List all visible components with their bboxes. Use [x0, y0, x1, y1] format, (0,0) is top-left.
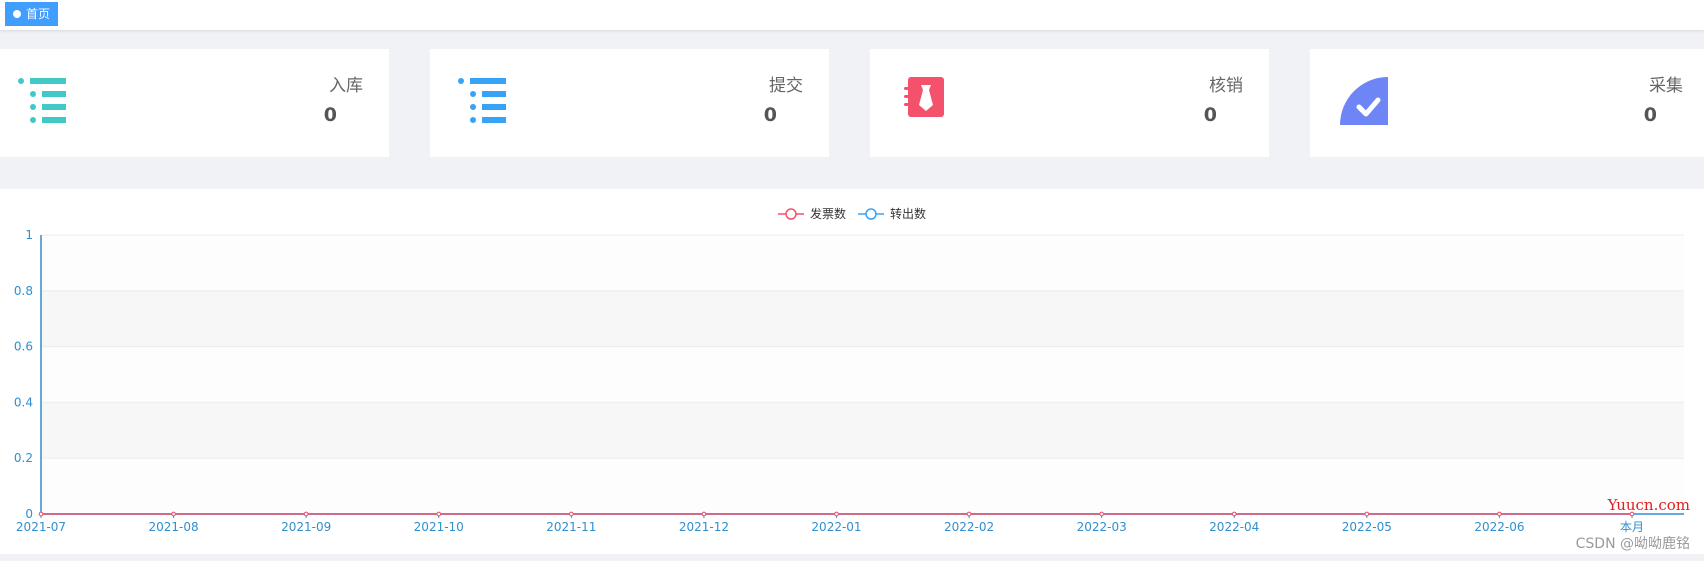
stat-label: 入库 — [329, 76, 363, 96]
x-tick-label: 2022-06 — [1474, 520, 1524, 534]
data-point — [171, 511, 176, 517]
tags-view-bar: 首页 — [0, 0, 1704, 30]
x-tick-label: 2021-09 — [281, 520, 331, 534]
y-tick-label: 0.8 — [14, 284, 33, 298]
x-tick-label: 2022-03 — [1077, 520, 1127, 534]
y-tick-label: 0.6 — [14, 340, 33, 354]
stat-label: 提交 — [769, 76, 803, 96]
grid-band — [41, 346, 1684, 403]
stat-card-row: 入库 0 提交 0 核销 0 采集 0 — [0, 49, 1704, 157]
data-point — [436, 511, 442, 517]
x-tick-label: 2021-08 — [149, 520, 199, 534]
data-point — [701, 511, 707, 517]
grid-band — [41, 402, 1684, 459]
x-tick-label: 2022-04 — [1209, 520, 1259, 534]
data-point — [834, 511, 839, 517]
notebook-icon — [904, 77, 956, 129]
data-point — [1099, 511, 1104, 517]
x-tick-label: 2021-11 — [546, 520, 596, 534]
x-tick-label: 2022-01 — [811, 520, 861, 534]
active-dot-icon — [13, 10, 21, 18]
list-icon — [18, 77, 70, 129]
data-point — [1497, 511, 1502, 517]
y-tick-label: 1 — [25, 228, 33, 242]
line-chart: 0 0.2 0.4 0.6 0.8 1 2021-07 2021-08 2021-09 2021-… — [14, 228, 1684, 534]
stat-value: 0 — [1203, 104, 1217, 126]
stat-value: 0 — [763, 104, 777, 126]
data-point — [966, 511, 972, 517]
data-point — [1231, 511, 1237, 517]
stat-value: 0 — [1643, 104, 1657, 126]
tab-home[interactable]: 首页 — [5, 2, 59, 26]
data-point — [38, 511, 44, 517]
chart-panel: 发票数 转出数 0 0.2 0.4 0.6 0.8 1 2021-07 2021-08 2021… — [0, 189, 1704, 554]
tab-home-label: 首页 — [26, 7, 51, 21]
y-tick-label: 0 — [25, 507, 33, 521]
csdn-watermark: CSDN @呦呦鹿铭 — [1575, 536, 1690, 552]
x-tick-label: 2021-12 — [679, 520, 729, 534]
y-tick-label: 0.2 — [14, 451, 33, 465]
stat-card-verify[interactable]: 核销 0 — [870, 49, 1269, 157]
stat-card-inbound[interactable]: 入库 0 — [0, 49, 389, 157]
stat-label: 核销 — [1209, 76, 1243, 96]
stat-card-submit[interactable]: 提交 0 — [430, 49, 829, 157]
y-tick-label: 0.4 — [14, 395, 33, 409]
grid-band — [41, 290, 1684, 347]
stat-card-collect[interactable]: 采集 0 — [1310, 49, 1704, 157]
grid-band — [41, 235, 1684, 291]
check-quarter-icon — [1340, 77, 1392, 129]
x-tick-label: 2021-07 — [16, 520, 66, 534]
site-watermark: Yuucn.com — [1607, 496, 1690, 514]
x-tick-label: 2022-02 — [944, 520, 994, 534]
data-point — [1364, 511, 1370, 517]
stat-label: 采集 — [1649, 76, 1683, 96]
x-tick-label: 2022-05 — [1342, 520, 1392, 534]
data-point — [569, 511, 574, 517]
grid-band — [41, 458, 1684, 514]
list-icon — [458, 77, 510, 129]
x-tick-label: 2021-10 — [414, 520, 464, 534]
x-tick-label: 本月 — [1620, 520, 1644, 534]
data-point — [303, 511, 309, 517]
stat-value: 0 — [323, 104, 337, 126]
